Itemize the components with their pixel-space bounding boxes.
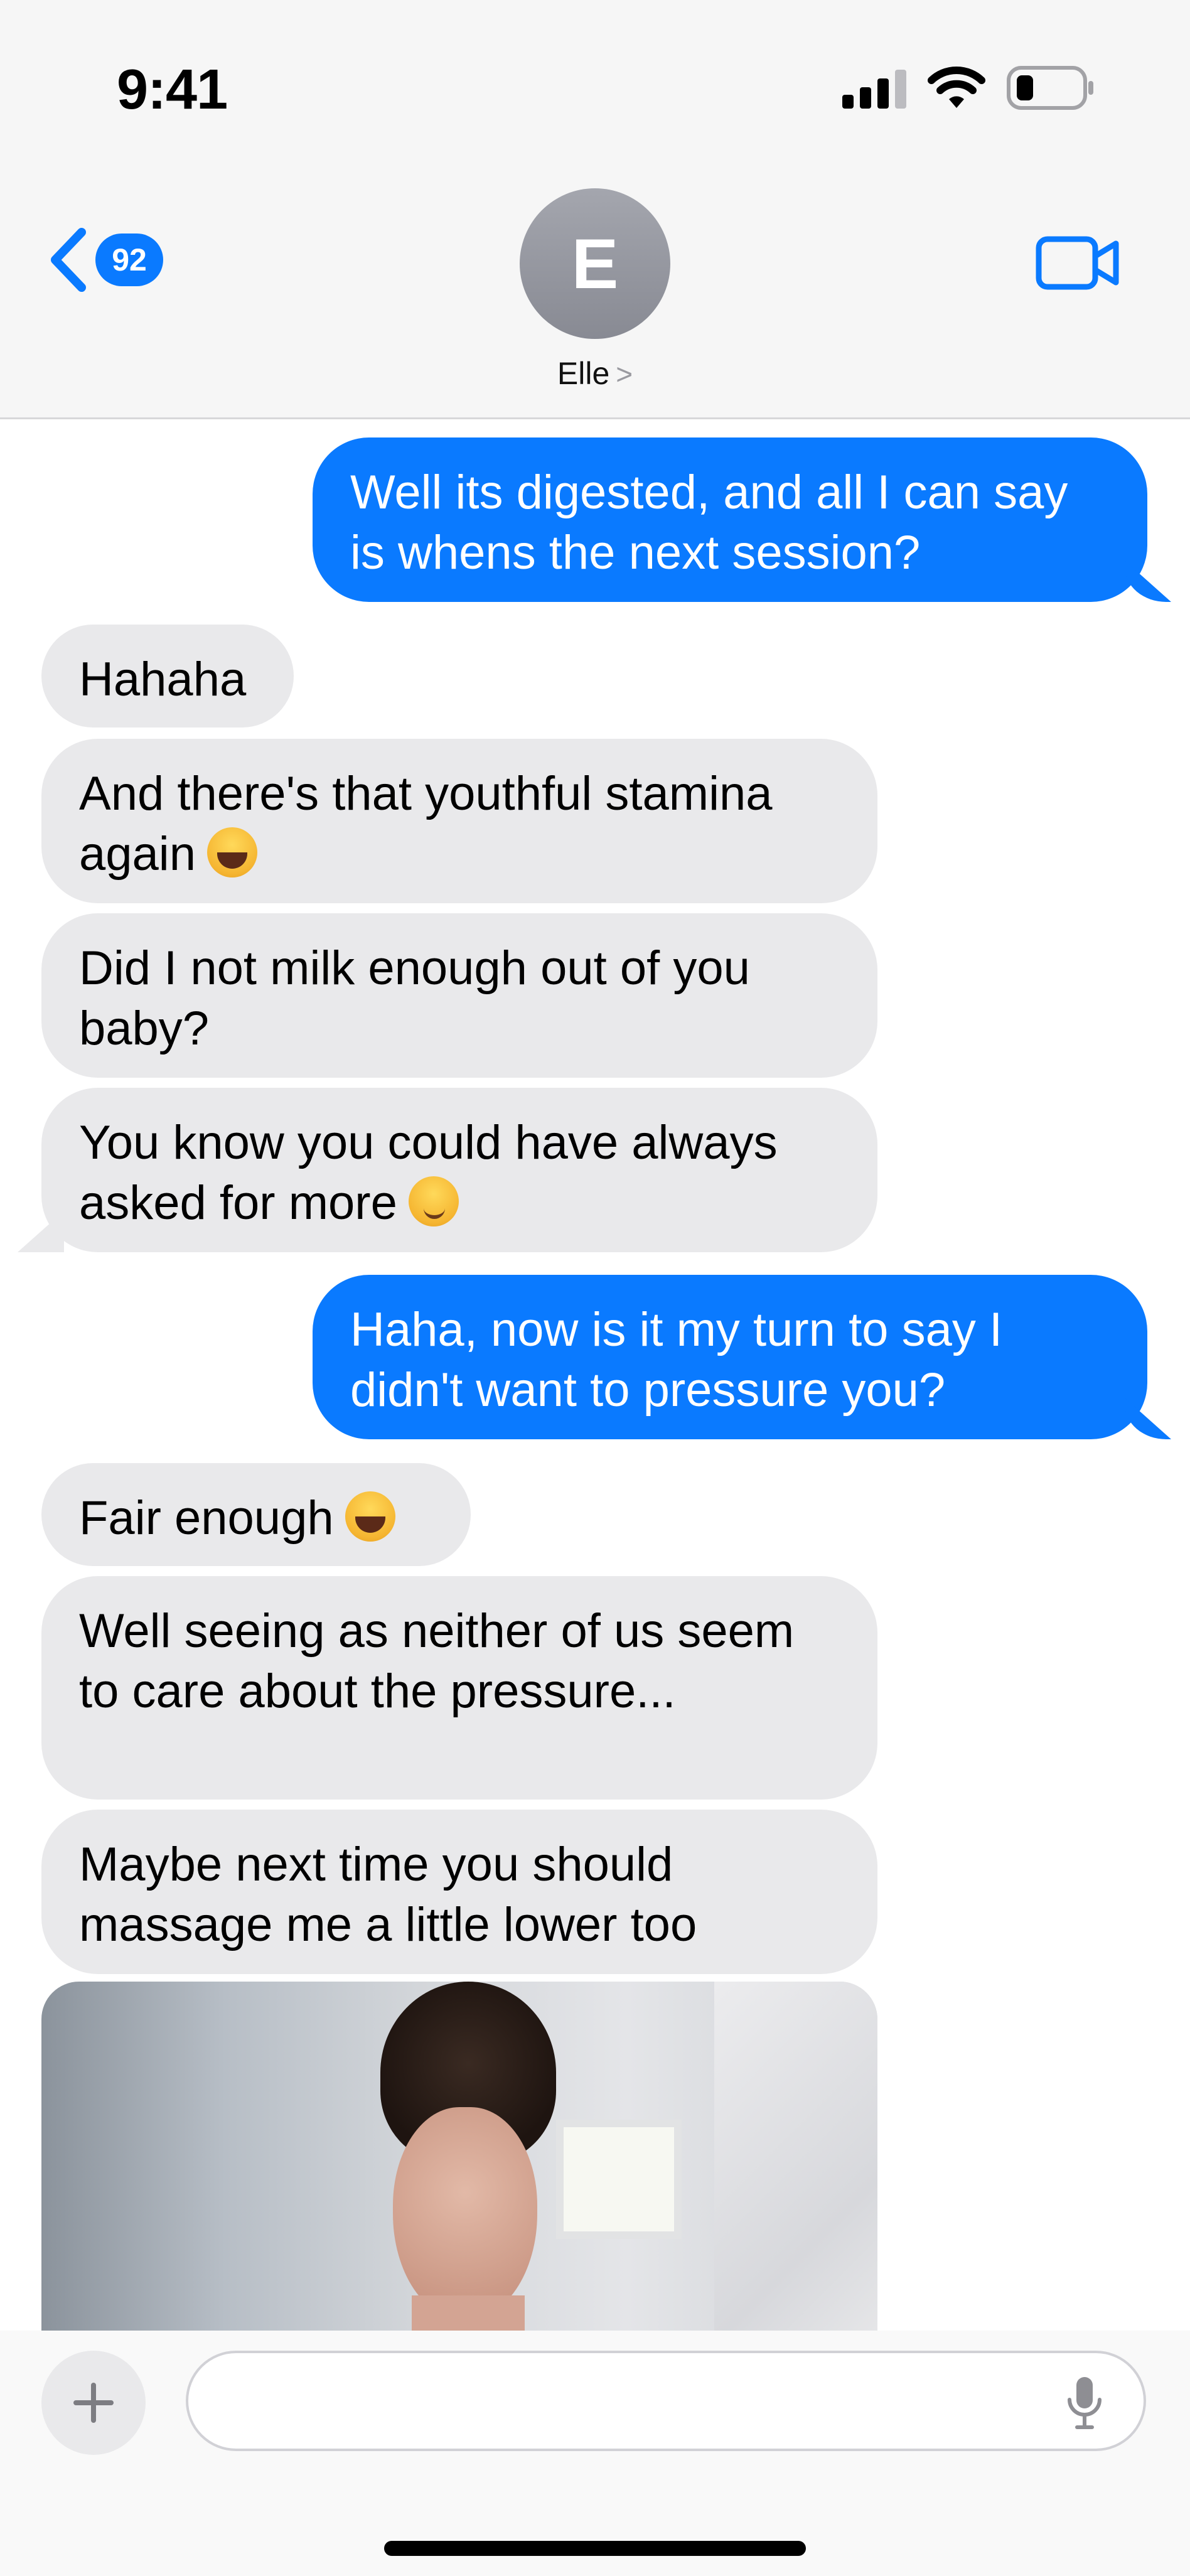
back-button[interactable]: 92 xyxy=(48,227,163,292)
status-icons xyxy=(842,63,1095,113)
wifi-icon xyxy=(928,67,985,108)
laughing-emoji-icon xyxy=(345,1491,395,1542)
message-bubble-outgoing[interactable]: Haha, now is it my turn to say I didn't … xyxy=(313,1275,1147,1439)
navigation-header: 9:41 92 E Elle > xyxy=(0,0,1190,419)
message-thread[interactable]: Well its digested, and all I can say is … xyxy=(0,421,1190,2331)
message-bubble-incoming[interactable]: Maybe next time you should massage me a … xyxy=(41,1810,877,1974)
contact-name-button[interactable]: Elle > xyxy=(0,355,1190,392)
compose-bar xyxy=(0,2331,1190,2576)
message-input[interactable] xyxy=(186,2351,1146,2451)
message-bubble-incoming[interactable]: Hahaha xyxy=(41,625,294,727)
contact-name: Elle xyxy=(557,356,610,391)
microphone-icon[interactable] xyxy=(1066,2375,1103,2431)
message-bubble-incoming[interactable]: Fair enough xyxy=(41,1463,471,1566)
plus-icon xyxy=(73,2383,114,2423)
message-bubble-incoming[interactable]: You know you could have always asked for… xyxy=(41,1088,877,1252)
message-bubble-incoming[interactable]: Well seeing as neither of us seem to car… xyxy=(41,1576,877,1800)
photo-attachment[interactable] xyxy=(41,1982,877,2331)
battery-icon xyxy=(1007,66,1093,110)
apps-plus-button[interactable] xyxy=(41,2351,146,2455)
message-bubble-incoming[interactable]: Did I not milk enough out of you baby? xyxy=(41,913,877,1078)
status-time: 9:41 xyxy=(117,58,228,121)
contact-avatar[interactable]: E xyxy=(520,188,670,339)
message-bubble-incoming[interactable]: And there's that youthful stamina again xyxy=(41,739,877,903)
unread-count-badge: 92 xyxy=(95,233,163,286)
home-indicator xyxy=(384,2541,806,2556)
laughing-emoji-icon xyxy=(206,827,257,877)
signal-icon xyxy=(842,67,906,109)
back-chevron-icon xyxy=(51,228,86,292)
chevron-right-icon: > xyxy=(616,358,633,390)
facetime-video-icon[interactable] xyxy=(1036,236,1120,290)
smirking-emoji-icon xyxy=(408,1176,459,1226)
message-bubble-outgoing[interactable]: Well its digested, and all I can say is … xyxy=(313,437,1147,602)
